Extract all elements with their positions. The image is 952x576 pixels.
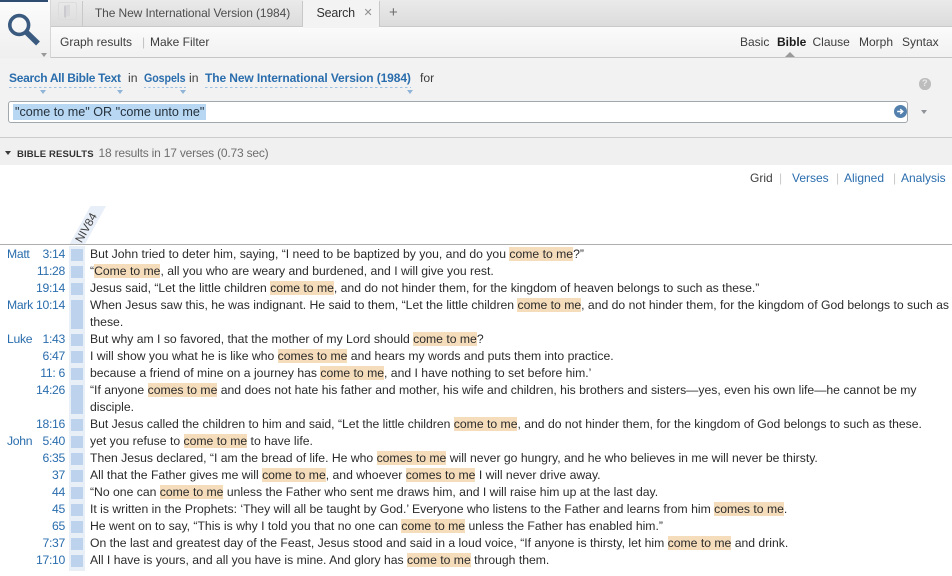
svg-text:NIV84: NIV84	[74, 211, 100, 245]
